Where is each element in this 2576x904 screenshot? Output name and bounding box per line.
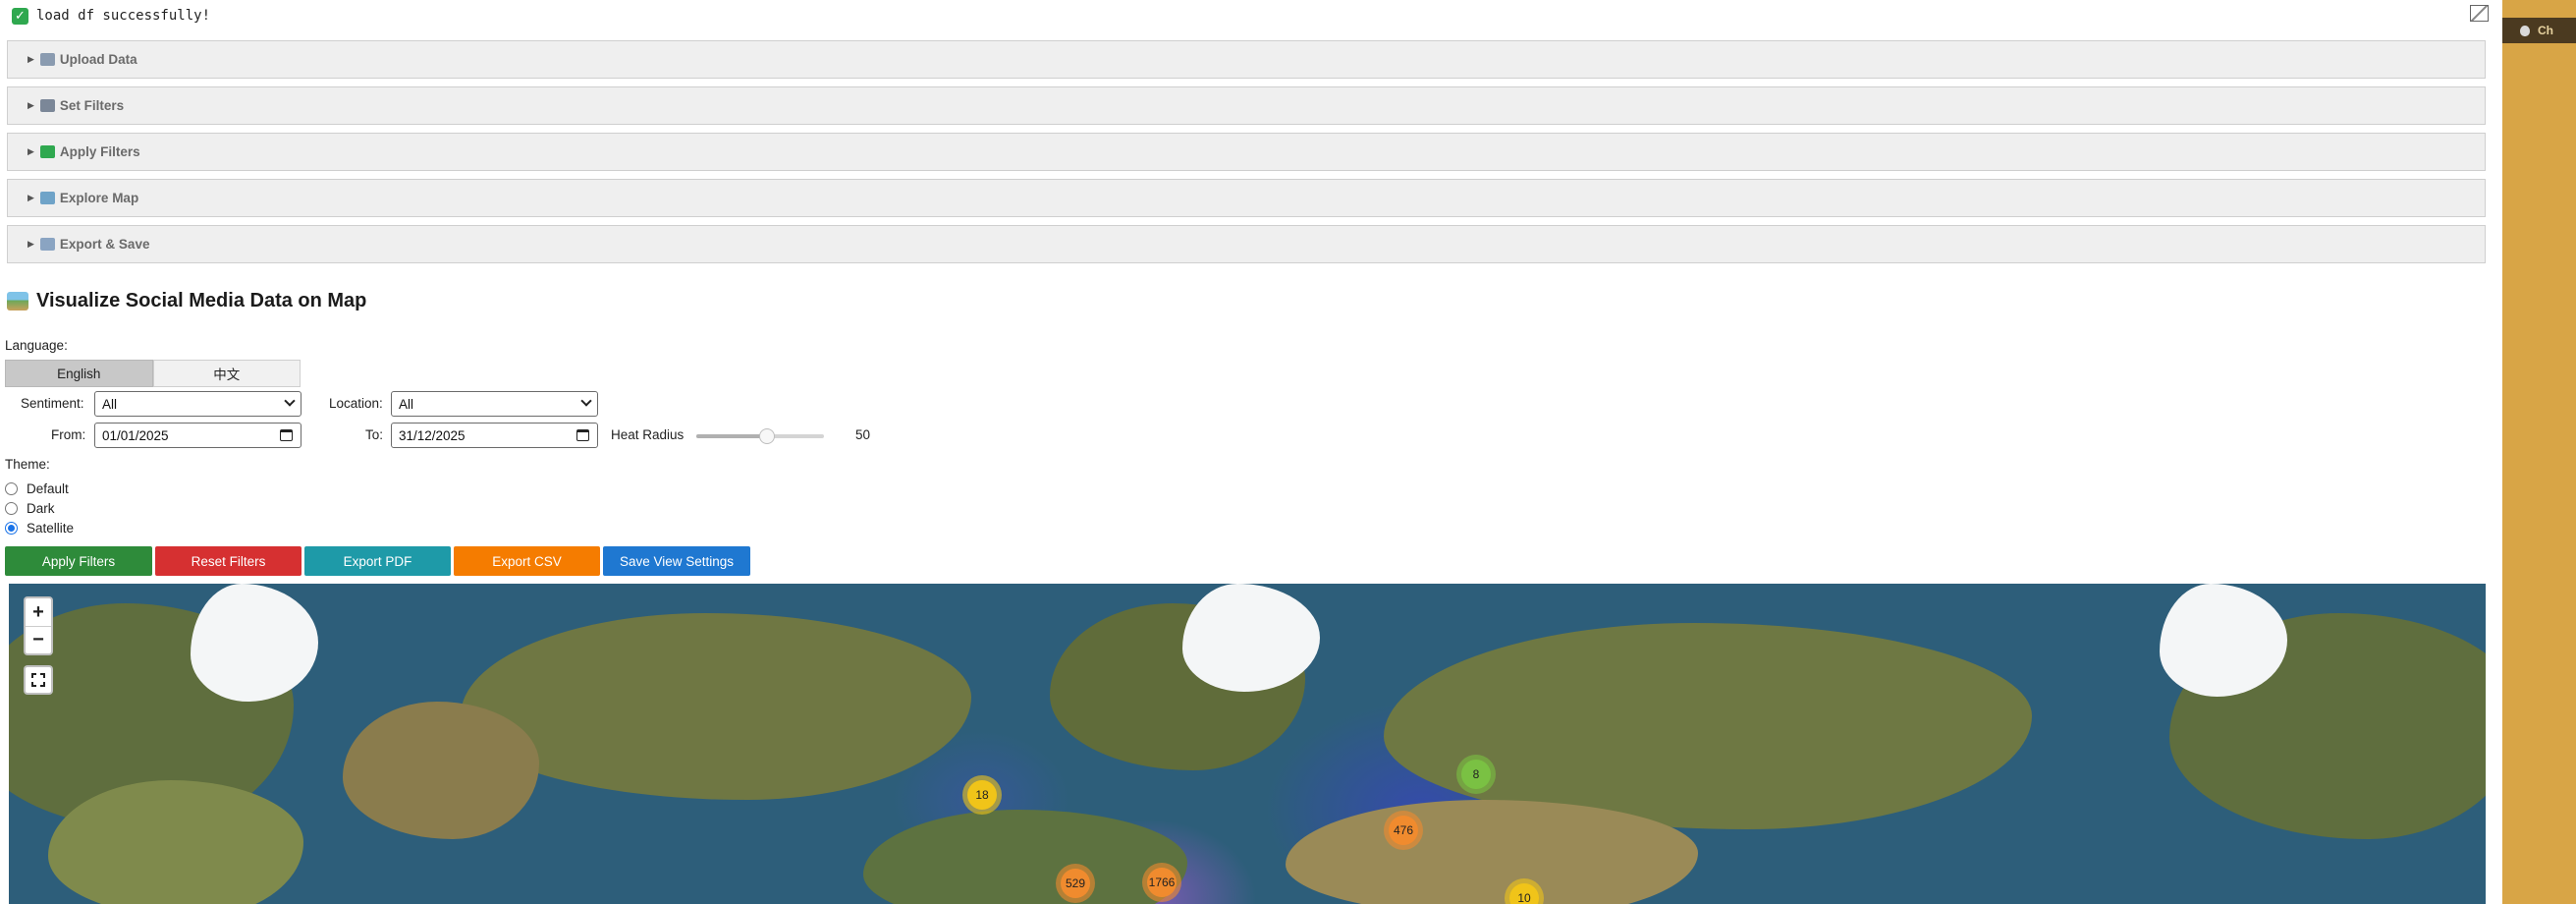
- cluster-count: 476: [1389, 816, 1418, 845]
- slider-fill: [696, 434, 767, 438]
- control-knobs-icon: [39, 99, 55, 112]
- expand-triangle-icon: ▶: [27, 193, 34, 202]
- app-window: ✓ load df successfully! ▶ Upload Data ▶ …: [0, 0, 2502, 904]
- map-cluster-marker[interactable]: 476: [1384, 811, 1423, 850]
- ice-sheet: [191, 584, 318, 702]
- world-map-icon: [7, 291, 28, 311]
- adjacent-window-menubar: Ch: [2502, 18, 2576, 43]
- language-option-chinese[interactable]: 中文: [152, 360, 301, 387]
- export-pdf-button[interactable]: Export PDF: [304, 546, 451, 576]
- land-mass: [1384, 623, 2032, 829]
- check-box-icon: ✓: [12, 7, 28, 25]
- cluster-count: 1766: [1147, 868, 1177, 897]
- section-label: Upload Data: [59, 52, 137, 67]
- theme-option-dark[interactable]: Dark: [5, 499, 55, 517]
- expand-triangle-icon: ▶: [27, 54, 34, 64]
- check-box-icon: [39, 145, 55, 158]
- heat-radius-label: Heat Radius: [611, 427, 685, 442]
- from-label: From:: [51, 427, 86, 442]
- cluster-count: 10: [1509, 883, 1539, 904]
- save-view-settings-button[interactable]: Save View Settings: [603, 546, 750, 576]
- theme-label: Theme:: [5, 457, 50, 472]
- fullscreen-icon: [31, 673, 45, 687]
- adjacent-window-text: Ch: [2538, 24, 2553, 37]
- chevron-down-icon: [284, 395, 296, 407]
- section-explore-map[interactable]: ▶ Explore Map: [7, 179, 2486, 217]
- location-label: Location:: [329, 396, 383, 411]
- slider-thumb[interactable]: [758, 428, 775, 444]
- load-status: ✓ load df successfully!: [12, 6, 210, 26]
- language-toggle: English 中文: [5, 360, 301, 387]
- broken-image-icon: [2470, 5, 2489, 22]
- theme-option-label: Satellite: [27, 520, 75, 536]
- theme-option-default[interactable]: Default: [5, 480, 69, 497]
- page-title-text: Visualize Social Media Data on Map: [36, 289, 367, 311]
- radio-button[interactable]: [5, 521, 18, 535]
- calendar-icon[interactable]: [576, 429, 589, 441]
- heat-radius-slider[interactable]: [696, 426, 824, 444]
- satellite-map[interactable]: + − 18 8 476 529 1766 10: [9, 584, 2486, 904]
- zoom-out-button[interactable]: −: [26, 626, 51, 653]
- calendar-icon[interactable]: [280, 429, 293, 441]
- theme-option-label: Dark: [27, 500, 55, 516]
- map-cluster-marker[interactable]: 529: [1056, 864, 1095, 903]
- section-label: Explore Map: [59, 191, 139, 205]
- section-label: Export & Save: [59, 237, 150, 252]
- cluster-count: 18: [967, 780, 997, 810]
- theme-option-label: Default: [27, 480, 69, 496]
- export-csv-button[interactable]: Export CSV: [454, 546, 600, 576]
- cluster-count: 8: [1461, 760, 1491, 789]
- sentiment-label: Sentiment:: [21, 396, 84, 411]
- zoom-in-button[interactable]: +: [26, 598, 51, 626]
- apply-filters-button[interactable]: Apply Filters: [5, 546, 152, 576]
- sentiment-select[interactable]: All: [94, 391, 301, 417]
- to-date-input[interactable]: 31/12/2025: [391, 423, 598, 448]
- from-date-input[interactable]: 01/01/2025: [94, 423, 301, 448]
- section-label: Set Filters: [59, 98, 125, 113]
- apple-logo-icon: [2520, 25, 2530, 36]
- to-date-value: 31/12/2025: [399, 427, 466, 443]
- cluster-count: 529: [1061, 869, 1090, 898]
- section-set-filters[interactable]: ▶ Set Filters: [7, 86, 2486, 125]
- page-title: Visualize Social Media Data on Map: [7, 288, 366, 313]
- fullscreen-button[interactable]: [24, 665, 53, 695]
- reset-filters-button[interactable]: Reset Filters: [155, 546, 301, 576]
- land-mass: [863, 810, 1187, 904]
- chevron-down-icon: [580, 395, 592, 407]
- map-cluster-marker[interactable]: 1766: [1142, 863, 1181, 902]
- map-cluster-marker[interactable]: 18: [962, 775, 1002, 815]
- land-mass: [343, 702, 539, 839]
- expand-triangle-icon: ▶: [27, 146, 34, 156]
- to-label: To:: [365, 427, 384, 442]
- land-mass: [1286, 800, 1698, 904]
- theme-option-satellite[interactable]: Satellite: [5, 519, 74, 537]
- expand-triangle-icon: ▶: [27, 100, 34, 110]
- zoom-control: + −: [24, 596, 53, 655]
- section-label: Apply Filters: [59, 144, 140, 159]
- adjacent-window: Ch: [2502, 0, 2576, 904]
- language-label: Language:: [5, 338, 68, 353]
- section-upload-data[interactable]: ▶ Upload Data: [7, 40, 2486, 79]
- language-option-english[interactable]: English: [5, 360, 153, 387]
- radio-button[interactable]: [5, 501, 18, 515]
- section-export-save[interactable]: ▶ Export & Save: [7, 225, 2486, 263]
- sentiment-value: All: [102, 396, 118, 412]
- inbox-tray-icon: [39, 238, 55, 251]
- location-select[interactable]: All: [391, 391, 598, 417]
- folder-icon: [39, 53, 55, 66]
- heat-radius-value: 50: [855, 427, 871, 442]
- location-value: All: [399, 396, 414, 412]
- world-map-icon: [39, 192, 55, 204]
- load-status-text: load df successfully!: [36, 8, 211, 24]
- section-apply-filters[interactable]: ▶ Apply Filters: [7, 133, 2486, 171]
- radio-button[interactable]: [5, 481, 18, 495]
- from-date-value: 01/01/2025: [102, 427, 169, 443]
- expand-triangle-icon: ▶: [27, 239, 34, 249]
- map-cluster-marker[interactable]: 8: [1456, 755, 1496, 794]
